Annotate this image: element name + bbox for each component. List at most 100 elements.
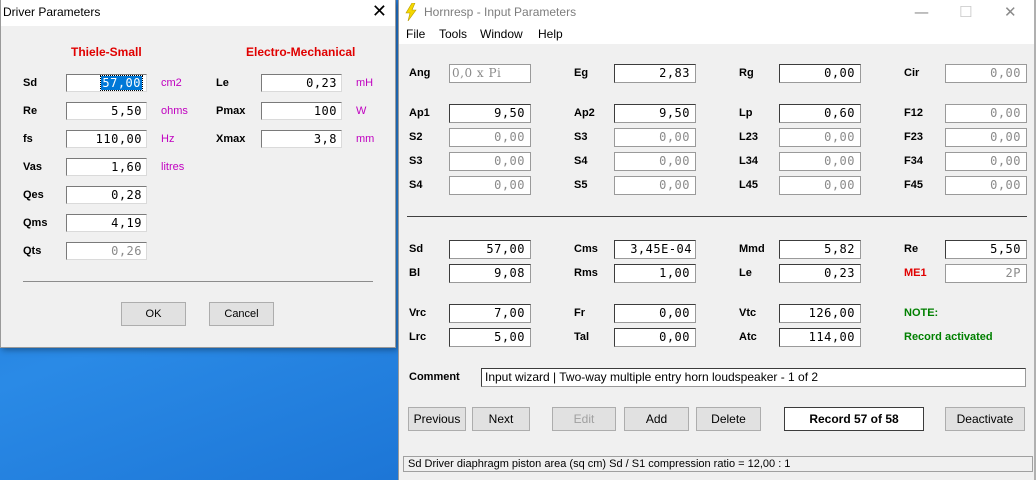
label-rms: Rms	[574, 267, 598, 279]
param-label-qms: Qms	[23, 217, 48, 229]
menu-file[interactable]: File	[406, 27, 425, 41]
menubar: File Tools Window Help	[399, 24, 1036, 44]
label-f34: F34	[904, 155, 923, 167]
vrc-field[interactable]: 7,00	[449, 304, 531, 323]
qms-field[interactable]: 4,19	[66, 214, 147, 232]
ok-button[interactable]: OK	[121, 302, 186, 326]
cancel-button[interactable]: Cancel	[209, 302, 274, 326]
param-label-fs: fs	[23, 133, 33, 145]
close-icon[interactable]: ✕	[372, 2, 387, 22]
ap2-field[interactable]: 9,50	[614, 104, 696, 123]
param-label-qts: Qts	[23, 245, 42, 257]
menu-window[interactable]: Window	[480, 27, 523, 41]
maximize-icon[interactable]: ☐	[959, 3, 972, 21]
qts-field: 0,26	[66, 242, 147, 260]
menu-help[interactable]: Help	[538, 27, 563, 41]
ap1-field[interactable]: 9,50	[449, 104, 531, 123]
lp-field[interactable]: 0,60	[779, 104, 861, 123]
qes-field[interactable]: 0,28	[66, 186, 147, 204]
menu-tools[interactable]: Tools	[439, 27, 467, 41]
label-cms: Cms	[574, 243, 598, 255]
previous-button[interactable]: Previous	[408, 407, 466, 431]
label-eg: Eg	[574, 67, 589, 79]
label-ang: Ang	[409, 67, 431, 79]
section-divider	[407, 216, 1027, 217]
param-label-re: Re	[23, 105, 38, 117]
edit-button[interactable]: Edit	[552, 407, 616, 431]
cir-field[interactable]: 0,00	[945, 64, 1027, 83]
eg-field[interactable]: 2,83	[614, 64, 696, 83]
label-bl: Bl	[409, 267, 420, 279]
comment-field[interactable]: Input wizard | Two-way multiple entry ho…	[481, 368, 1026, 387]
fr-field[interactable]: 0,00	[614, 304, 696, 323]
vtc-field[interactable]: 126,00	[779, 304, 861, 323]
label-s4: S4	[574, 155, 588, 167]
thiele-small-heading: Thiele-Small	[71, 45, 142, 59]
re-field[interactable]: 5,50	[945, 240, 1027, 259]
re-field[interactable]: 5,50	[66, 102, 147, 120]
le-field[interactable]: 0,23	[779, 264, 861, 283]
next-button[interactable]: Next	[472, 407, 530, 431]
tal-field[interactable]: 0,00	[614, 328, 696, 347]
s5-field[interactable]: 0,00	[614, 176, 696, 195]
minimize-icon[interactable]: —	[914, 3, 929, 21]
rg-field[interactable]: 0,00	[779, 64, 861, 83]
re-unit: ohms	[161, 105, 188, 117]
record-indicator: Record 57 of 58	[784, 407, 924, 431]
sd-value: 57,00	[100, 75, 143, 91]
dialog-titlebar: Driver Parameters ✕	[1, 0, 395, 26]
label-f23: F23	[904, 131, 923, 143]
label-le: Le	[739, 267, 752, 279]
sd-unit: cm2	[161, 77, 182, 89]
pmax-field[interactable]: 100	[261, 102, 342, 120]
f45-field[interactable]: 0,00	[945, 176, 1027, 195]
param-label-le: Le	[216, 77, 229, 89]
label-l45: L45	[739, 179, 758, 191]
f34-field[interactable]: 0,00	[945, 152, 1027, 171]
comment-label: Comment	[409, 371, 460, 383]
add-button[interactable]: Add	[624, 407, 689, 431]
close-icon[interactable]: ✕	[1004, 3, 1017, 21]
label-f45: F45	[904, 179, 923, 191]
l45-field[interactable]: 0,00	[779, 176, 861, 195]
s4-row-field[interactable]: 0,00	[449, 176, 531, 195]
lrc-field[interactable]: 5,00	[449, 328, 531, 347]
atc-field[interactable]: 114,00	[779, 328, 861, 347]
label-fr: Fr	[574, 307, 585, 319]
s2-field[interactable]: 0,00	[449, 128, 531, 147]
label-ap2: Ap2	[574, 107, 595, 119]
sd-field[interactable]: 57,00	[449, 240, 531, 259]
pmax-unit: W	[356, 105, 367, 117]
label-tal: Tal	[574, 331, 590, 343]
lightning-bolt-icon	[405, 3, 417, 21]
vas-unit: litres	[161, 161, 185, 173]
fs-field[interactable]: 110,00	[66, 130, 147, 148]
le-field[interactable]: 0,23	[261, 74, 342, 92]
dialog-title: Driver Parameters	[3, 5, 101, 19]
status-bar: Sd Driver diaphragm piston area (sq cm) …	[403, 456, 1033, 472]
s3-row-field[interactable]: 0,00	[449, 152, 531, 171]
vas-field[interactable]: 1,60	[66, 158, 147, 176]
label-s5: S5	[574, 179, 588, 191]
delete-button[interactable]: Delete	[696, 407, 761, 431]
s4-field[interactable]: 0,00	[614, 152, 696, 171]
xmax-unit: mm	[356, 133, 375, 145]
bl-field[interactable]: 9,08	[449, 264, 531, 283]
sd-field[interactable]: 57,00	[66, 74, 147, 92]
label-mmd: Mmd	[739, 243, 765, 255]
cms-field[interactable]: 3,45E-04	[614, 240, 696, 259]
s3-field[interactable]: 0,00	[614, 128, 696, 147]
l34-field[interactable]: 0,00	[779, 152, 861, 171]
ang-field[interactable]: 0,0 x Pi	[449, 64, 531, 83]
label-vtc: Vtc	[739, 307, 757, 319]
f12-field[interactable]: 0,00	[945, 104, 1027, 123]
label-l34: L34	[739, 155, 758, 167]
label-re: Re	[904, 243, 919, 255]
f23-field[interactable]: 0,00	[945, 128, 1027, 147]
l23-field[interactable]: 0,00	[779, 128, 861, 147]
rms-field[interactable]: 1,00	[614, 264, 696, 283]
xmax-field[interactable]: 3,8	[261, 130, 342, 148]
me1-field[interactable]: 2P	[945, 264, 1027, 283]
mmd-field[interactable]: 5,82	[779, 240, 861, 259]
deactivate-button[interactable]: Deactivate	[945, 407, 1025, 431]
